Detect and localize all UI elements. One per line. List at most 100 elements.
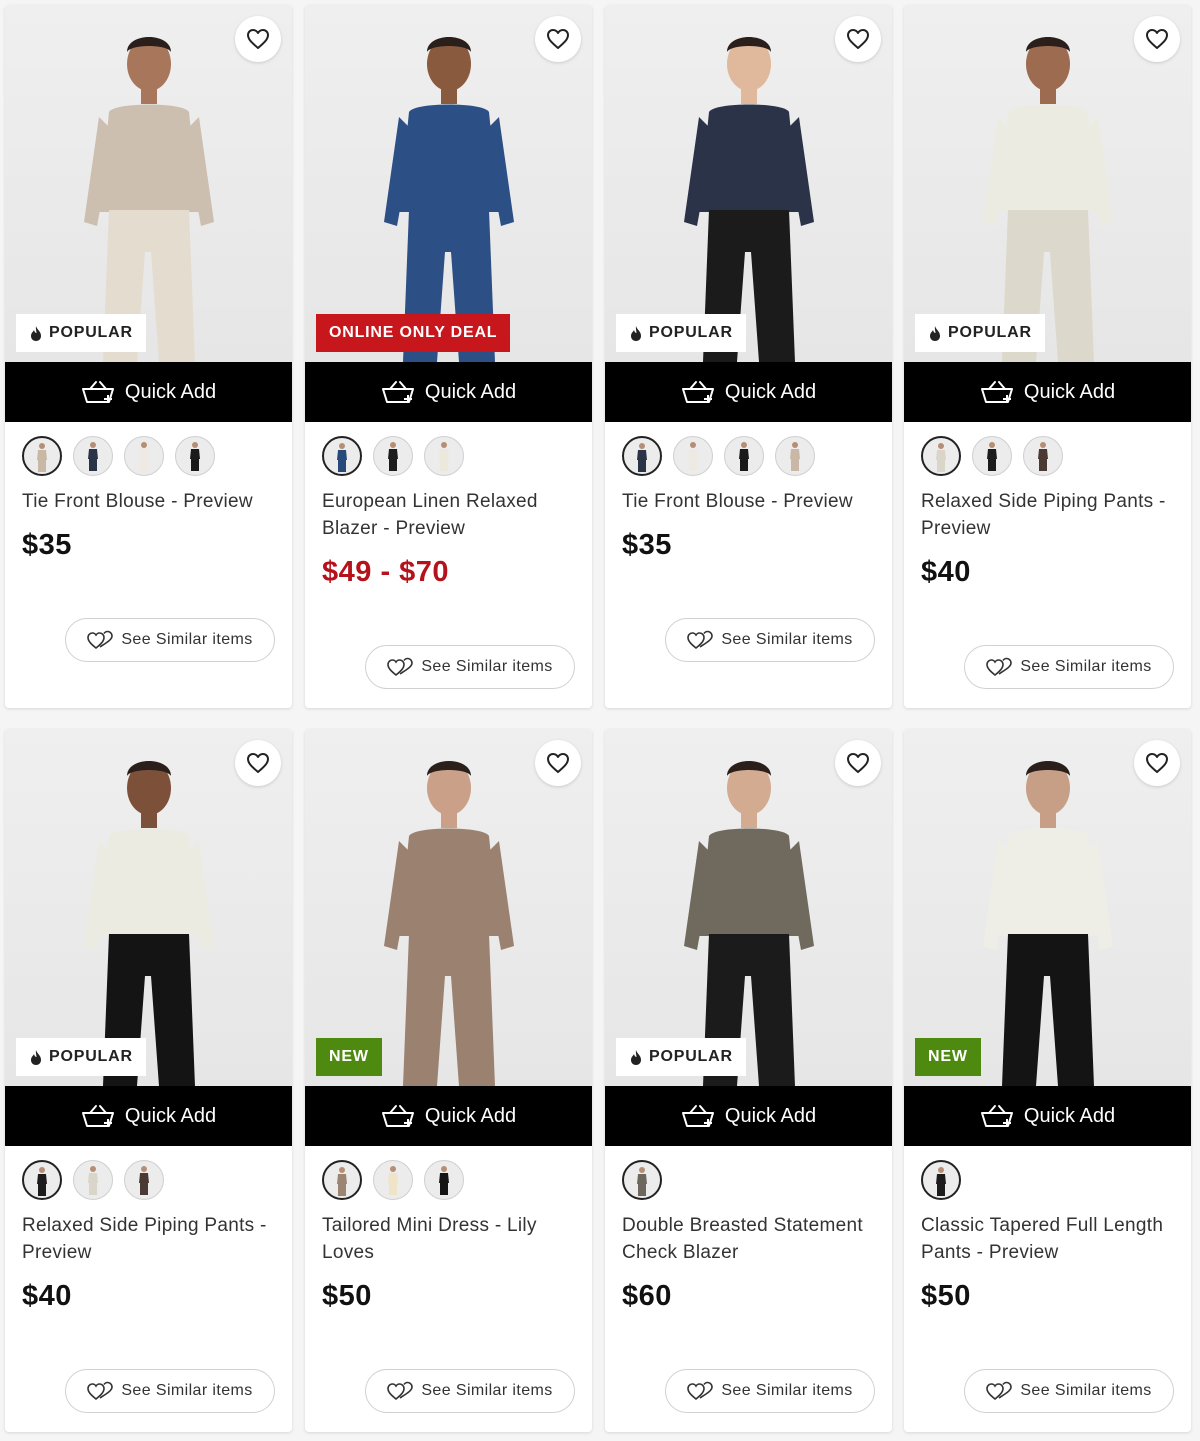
quick-add-label: Quick Add [424, 1104, 517, 1127]
color-swatch[interactable] [724, 436, 764, 476]
color-swatch[interactable] [424, 1160, 464, 1200]
color-swatch[interactable] [373, 436, 413, 476]
product-card[interactable]: NEW Quick Add Tailored Mini Dress - Lily L… [305, 729, 592, 1432]
product-info: Tailored Mini Dress - Lily Loves $50 [305, 1146, 592, 1313]
product-image[interactable]: POPULAR [904, 5, 1191, 362]
product-title[interactable]: Classic Tapered Full Length Pants - Prev… [921, 1212, 1174, 1266]
badge-label: POPULAR [649, 1048, 733, 1065]
quick-add-label: Quick Add [424, 380, 517, 403]
color-swatch[interactable] [373, 1160, 413, 1200]
color-swatch[interactable] [921, 436, 961, 476]
see-similar-button[interactable]: See Similar items [65, 618, 275, 662]
quick-add-label: Quick Add [724, 1104, 817, 1127]
see-similar-button[interactable]: See Similar items [665, 618, 875, 662]
quick-add-button[interactable]: Quick Add [305, 1086, 592, 1146]
product-card[interactable]: POPULAR Quick Add Tie Front Blouse - Previ… [5, 5, 292, 708]
color-swatches [921, 436, 1174, 478]
color-swatch[interactable] [22, 1160, 62, 1200]
hearts-icon [387, 657, 414, 677]
color-swatch[interactable] [921, 1160, 961, 1200]
product-card[interactable]: POPULAR Quick Add Relaxed Side Piping Pant… [904, 5, 1191, 708]
color-swatch[interactable] [175, 436, 215, 476]
color-swatch[interactable] [73, 1160, 113, 1200]
quick-add-button[interactable]: Quick Add [605, 1086, 892, 1146]
product-card[interactable]: POPULAR Quick Add Tie Front Blouse - Previ… [605, 5, 892, 708]
color-swatch[interactable] [73, 436, 113, 476]
product-image[interactable]: POPULAR [5, 5, 292, 362]
product-title[interactable]: Relaxed Side Piping Pants - Preview [921, 488, 1174, 542]
quick-add-button[interactable]: Quick Add [305, 362, 592, 422]
color-swatch[interactable] [124, 1160, 164, 1200]
see-similar-button[interactable]: See Similar items [365, 645, 575, 689]
product-image[interactable]: ONLINE ONLY DEAL [305, 5, 592, 362]
see-similar-label: See Similar items [1020, 1382, 1152, 1399]
product-card[interactable]: ONLINE ONLY DEAL Quick Add European Linen … [305, 5, 592, 708]
product-title[interactable]: Double Breasted Statement Check Blazer [622, 1212, 875, 1266]
color-swatch[interactable] [775, 436, 815, 476]
product-card[interactable]: POPULAR Quick Add Double Breasted Statemen… [605, 729, 892, 1432]
product-image[interactable]: POPULAR [605, 5, 892, 362]
quick-add-button[interactable]: Quick Add [605, 362, 892, 422]
quick-add-button[interactable]: Quick Add [5, 1086, 292, 1146]
color-swatch[interactable] [322, 436, 362, 476]
see-similar-label: See Similar items [1020, 658, 1152, 675]
color-swatches [921, 1160, 1174, 1202]
quick-add-button[interactable]: Quick Add [904, 1086, 1191, 1146]
product-image[interactable]: POPULAR [605, 729, 892, 1086]
product-info: Double Breasted Statement Check Blazer $6… [605, 1146, 892, 1313]
product-badge: NEW [316, 1038, 382, 1076]
color-swatch[interactable] [322, 1160, 362, 1200]
color-swatch[interactable] [424, 436, 464, 476]
basket-plus-icon [381, 1104, 415, 1128]
flame-icon [928, 325, 942, 342]
color-swatch[interactable] [972, 436, 1012, 476]
favorite-button[interactable] [835, 740, 881, 786]
see-similar-label: See Similar items [121, 1382, 253, 1399]
product-info: Classic Tapered Full Length Pants - Prev… [904, 1146, 1191, 1313]
color-swatch[interactable] [22, 436, 62, 476]
quick-add-button[interactable]: Quick Add [5, 362, 292, 422]
see-similar-button[interactable]: See Similar items [365, 1369, 575, 1413]
badge-label: POPULAR [49, 324, 133, 341]
product-title[interactable]: Tailored Mini Dress - Lily Loves [322, 1212, 575, 1266]
color-swatch[interactable] [622, 436, 662, 476]
favorite-button[interactable] [1134, 16, 1180, 62]
product-card[interactable]: NEW Quick Add Classic Tapered Full Length … [904, 729, 1191, 1432]
product-title[interactable]: Tie Front Blouse - Preview [622, 488, 875, 515]
product-price: $60 [622, 1280, 672, 1312]
color-swatches [22, 436, 275, 478]
product-image[interactable]: NEW [904, 729, 1191, 1086]
hearts-icon [986, 1381, 1013, 1401]
product-image[interactable]: POPULAR [5, 729, 292, 1086]
see-similar-button[interactable]: See Similar items [65, 1369, 275, 1413]
hearts-icon [387, 1381, 414, 1401]
favorite-button[interactable] [535, 16, 581, 62]
product-title[interactable]: European Linen Relaxed Blazer - Preview [322, 488, 575, 542]
see-similar-button[interactable]: See Similar items [964, 645, 1174, 689]
color-swatch[interactable] [124, 436, 164, 476]
badge-label: NEW [928, 1048, 968, 1065]
model-figure [659, 22, 839, 362]
see-similar-button[interactable]: See Similar items [665, 1369, 875, 1413]
product-price: $40 [921, 556, 971, 588]
color-swatch[interactable] [673, 436, 713, 476]
favorite-button[interactable] [1134, 740, 1180, 786]
product-badge: POPULAR [16, 1038, 146, 1076]
favorite-button[interactable] [235, 740, 281, 786]
basket-plus-icon [980, 380, 1014, 404]
product-title[interactable]: Relaxed Side Piping Pants - Preview [22, 1212, 275, 1266]
hearts-icon [687, 1381, 714, 1401]
favorite-button[interactable] [835, 16, 881, 62]
see-similar-button[interactable]: See Similar items [964, 1369, 1174, 1413]
basket-plus-icon [681, 1104, 715, 1128]
color-swatch[interactable] [1023, 436, 1063, 476]
color-swatches [322, 1160, 575, 1202]
favorite-button[interactable] [535, 740, 581, 786]
quick-add-button[interactable]: Quick Add [904, 362, 1191, 422]
favorite-button[interactable] [235, 16, 281, 62]
product-card[interactable]: POPULAR Quick Add Relaxed Side Piping Pant… [5, 729, 292, 1432]
product-title[interactable]: Tie Front Blouse - Preview [22, 488, 275, 515]
product-image[interactable]: NEW [305, 729, 592, 1086]
heart-icon [1145, 28, 1169, 50]
color-swatch[interactable] [622, 1160, 662, 1200]
